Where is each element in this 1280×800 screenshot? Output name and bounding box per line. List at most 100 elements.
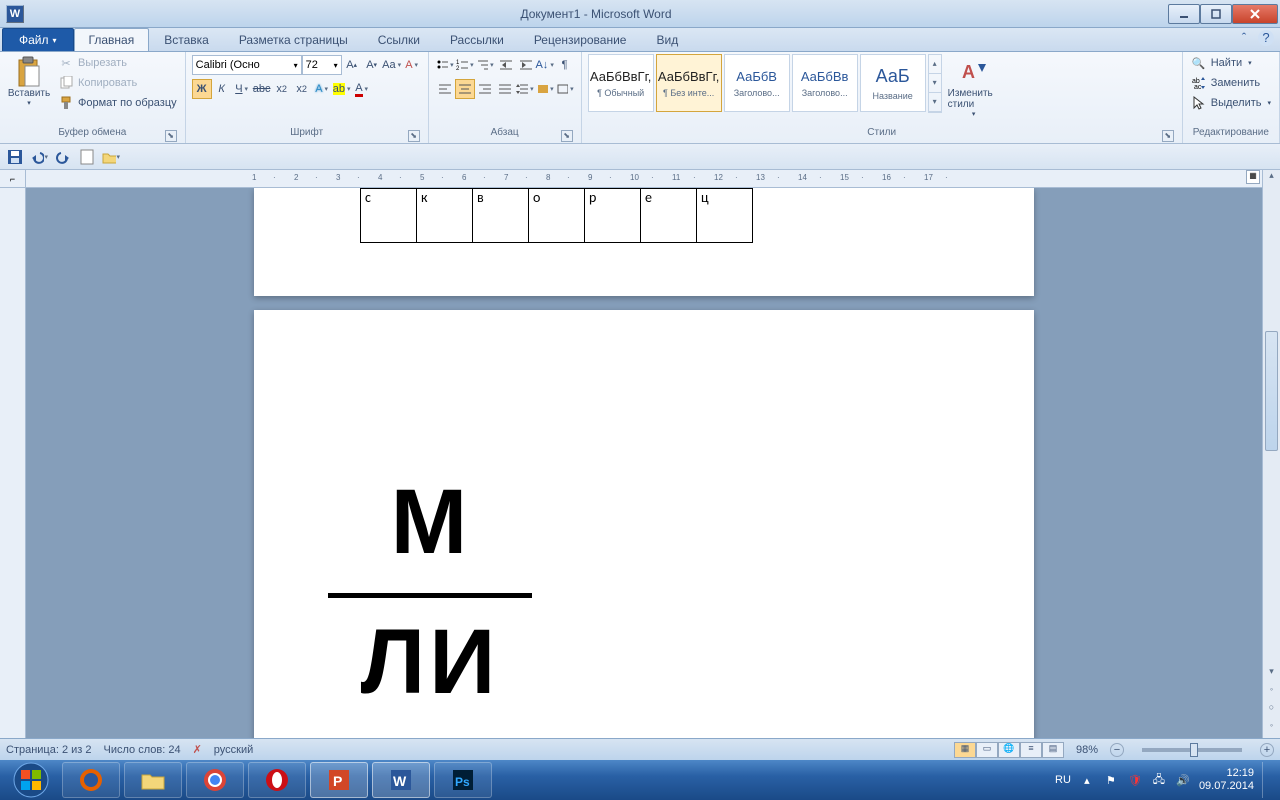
tray-volume-icon[interactable]: 🔊	[1175, 772, 1191, 788]
undo-button[interactable]: ▾	[30, 148, 48, 166]
clear-formatting-button[interactable]: A	[402, 55, 422, 75]
status-language[interactable]: русский	[214, 744, 253, 756]
start-button[interactable]	[4, 760, 58, 800]
numbering-button[interactable]: 12	[455, 55, 475, 75]
strikethrough-button[interactable]: abc	[252, 79, 272, 99]
decrease-indent-button[interactable]	[495, 55, 515, 75]
proofing-icon[interactable]: ✗	[193, 743, 202, 756]
increase-indent-button[interactable]	[515, 55, 535, 75]
close-button[interactable]	[1232, 4, 1278, 24]
view-web[interactable]: 🌐	[998, 742, 1020, 758]
table-cell[interactable]: р	[585, 189, 641, 243]
scroll-thumb[interactable]	[1265, 331, 1278, 451]
maximize-button[interactable]	[1200, 4, 1232, 24]
taskbar-explorer[interactable]	[124, 762, 182, 798]
tab-view[interactable]: Вид	[641, 28, 693, 51]
prev-page-button[interactable]: ◦	[1263, 684, 1280, 702]
multilevel-button[interactable]	[475, 55, 495, 75]
style-normal[interactable]: АаБбВвГг,¶ Обычный	[588, 54, 654, 112]
font-name-combo[interactable]: Calibri (Осно▾	[192, 55, 302, 75]
taskbar-powerpoint[interactable]: P	[310, 762, 368, 798]
taskbar-photoshop[interactable]: Ps	[434, 762, 492, 798]
browse-object-button[interactable]: ○	[1263, 702, 1280, 720]
tray-flag-icon[interactable]: ⚑	[1103, 772, 1119, 788]
tab-file[interactable]: Файл▾	[2, 28, 74, 51]
align-center-button[interactable]	[455, 79, 475, 99]
tab-layout[interactable]: Разметка страницы	[224, 28, 363, 51]
status-page[interactable]: Страница: 2 из 2	[6, 744, 92, 756]
paste-button[interactable]: Вставить▾	[6, 54, 52, 109]
text-effects-button[interactable]: A	[312, 79, 332, 99]
italic-button[interactable]: К	[212, 79, 232, 99]
show-marks-button[interactable]: ¶	[555, 55, 575, 75]
vertical-scrollbar[interactable]: ▴ ▾ ◦ ○ ◦	[1262, 170, 1280, 738]
minimize-button[interactable]	[1168, 4, 1200, 24]
help-icon[interactable]: ?	[1258, 30, 1274, 46]
style-heading1[interactable]: АаБбВЗаголово...	[724, 54, 790, 112]
align-left-button[interactable]	[435, 79, 455, 99]
taskbar-word[interactable]: W	[372, 762, 430, 798]
underline-button[interactable]: Ч	[232, 79, 252, 99]
table-cell[interactable]: в	[473, 189, 529, 243]
tray-up-icon[interactable]: ▴	[1079, 772, 1095, 788]
ruler-toggle-icon[interactable]: ▦	[1246, 170, 1260, 184]
document-table[interactable]: скворец	[360, 188, 753, 243]
show-desktop-button[interactable]	[1262, 762, 1272, 798]
table-cell[interactable]: о	[529, 189, 585, 243]
change-case-button[interactable]: Aa	[382, 55, 402, 75]
format-painter-button[interactable]: Формат по образцу	[56, 94, 179, 112]
find-button[interactable]: 🔍Найти▾	[1189, 54, 1273, 72]
view-full-screen[interactable]: ▭	[976, 742, 998, 758]
bold-button[interactable]: Ж	[192, 79, 212, 99]
gallery-scroll[interactable]: ▴▾▾	[928, 54, 942, 113]
tray-network-icon[interactable]: 🖧	[1151, 772, 1167, 788]
font-size-combo[interactable]: 72▾	[302, 55, 342, 75]
select-button[interactable]: Выделить▾	[1189, 94, 1273, 112]
status-words[interactable]: Число слов: 24	[104, 744, 181, 756]
scroll-up-button[interactable]: ▴	[1263, 170, 1280, 188]
table-cell[interactable]: к	[417, 189, 473, 243]
tab-references[interactable]: Ссылки	[363, 28, 435, 51]
superscript-button[interactable]: x2	[292, 79, 312, 99]
style-no-spacing[interactable]: АаБбВвГг,¶ Без инте...	[656, 54, 722, 112]
dialog-launcher[interactable]: ⬊	[165, 130, 177, 142]
dialog-launcher[interactable]: ⬊	[561, 130, 573, 142]
cut-button[interactable]: ✂Вырезать	[56, 54, 179, 72]
tray-language[interactable]: RU	[1055, 774, 1071, 786]
save-button[interactable]	[6, 148, 24, 166]
shrink-font-button[interactable]: A▾	[362, 55, 382, 75]
next-page-button[interactable]: ◦	[1263, 720, 1280, 738]
tab-review[interactable]: Рецензирование	[519, 28, 642, 51]
dialog-launcher[interactable]: ⬊	[1162, 130, 1174, 142]
dialog-launcher[interactable]: ⬊	[408, 130, 420, 142]
tab-mailings[interactable]: Рассылки	[435, 28, 519, 51]
vertical-ruler[interactable]	[0, 188, 26, 738]
view-draft[interactable]: ▤	[1042, 742, 1064, 758]
tab-home[interactable]: Главная	[74, 28, 150, 51]
taskbar-opera[interactable]	[248, 762, 306, 798]
borders-button[interactable]	[555, 79, 575, 99]
shading-button[interactable]	[535, 79, 555, 99]
highlight-button[interactable]: ab	[332, 79, 352, 99]
redo-button[interactable]	[54, 148, 72, 166]
align-justify-button[interactable]	[495, 79, 515, 99]
change-styles-button[interactable]: A Изменить стили▾	[946, 54, 1002, 120]
scroll-down-button[interactable]: ▾	[1263, 666, 1280, 684]
copy-button[interactable]: Копировать	[56, 74, 179, 92]
taskbar-firefox[interactable]	[62, 762, 120, 798]
zoom-slider[interactable]	[1142, 748, 1242, 752]
style-title[interactable]: АаБНазвание	[860, 54, 926, 112]
subscript-button[interactable]: x2	[272, 79, 292, 99]
minimize-ribbon-icon[interactable]: ˆ	[1236, 30, 1252, 46]
tray-shield-icon[interactable]: 🛡	[1127, 772, 1143, 788]
pages-viewport[interactable]: скворец М ЛИ	[26, 188, 1262, 738]
sort-button[interactable]: A↓	[535, 55, 555, 75]
zoom-value[interactable]: 98%	[1076, 744, 1098, 756]
bullets-button[interactable]	[435, 55, 455, 75]
tray-clock[interactable]: 12:19 09.07.2014	[1199, 767, 1254, 793]
line-spacing-button[interactable]	[515, 79, 535, 99]
view-print-layout[interactable]: ▦	[954, 742, 976, 758]
grow-font-button[interactable]: A▴	[342, 55, 362, 75]
view-outline[interactable]: ≡	[1020, 742, 1042, 758]
styles-gallery[interactable]: АаБбВвГг,¶ Обычный АаБбВвГг,¶ Без инте..…	[588, 54, 942, 113]
